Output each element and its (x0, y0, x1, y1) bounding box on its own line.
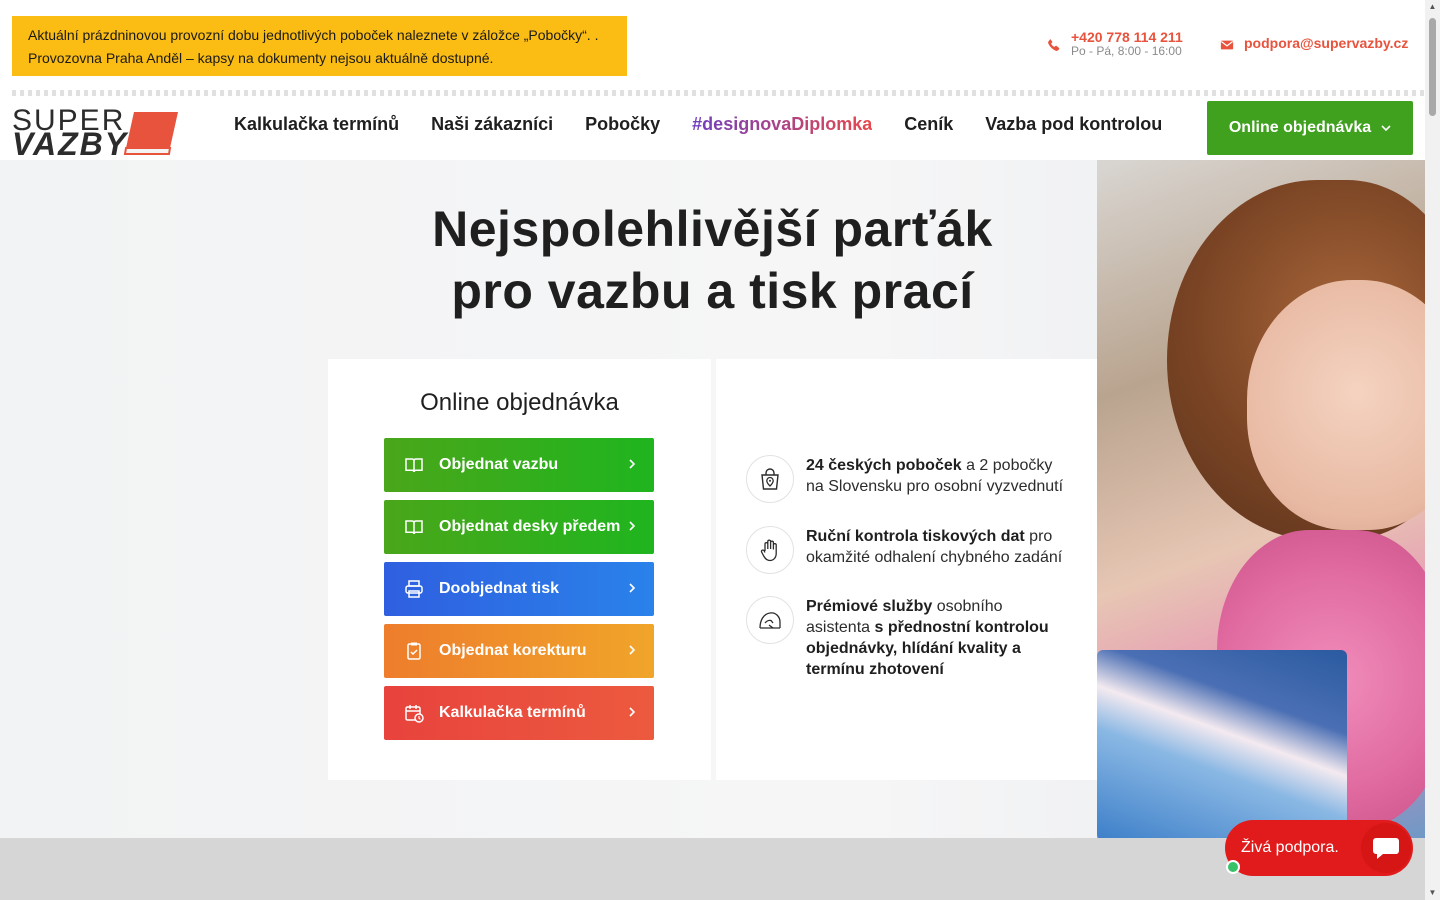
main-menu: Kalkulačka termínů Naši zákazníci Pobočk… (234, 114, 1162, 135)
photo-books (1097, 650, 1347, 838)
logo[interactable]: SUPER VAZBY (12, 102, 180, 162)
notice-line-1: Aktuální prázdninovou provozní dobu jedn… (28, 27, 599, 43)
feature-premium-bold: Prémiové služby (806, 598, 933, 615)
nav-item-vazba-pod-kontrolou[interactable]: Vazba pod kontrolou (985, 114, 1162, 135)
phone-number[interactable]: +420 778 114 211 (1071, 30, 1183, 44)
chevron-right-icon (629, 521, 636, 531)
chevron-right-icon (629, 459, 636, 469)
order-print-button[interactable]: Doobjednat tisk (384, 562, 654, 616)
main-navbar: SUPER VAZBY Kalkulačka termínů Naši záka… (0, 96, 1425, 162)
envelope-icon (1220, 40, 1234, 50)
chevron-right-icon (629, 707, 636, 717)
email-address[interactable]: podpora@supervazby.cz (1244, 36, 1408, 52)
order-binding-label: Objednat vazbu (439, 456, 559, 473)
feature-premium-text: Prémiové služby osobního asistenta s pře… (806, 596, 1066, 680)
order-covers-button[interactable]: Objednat desky předem (384, 500, 654, 554)
nav-item-designova-diplomka[interactable]: #designovaDiplomka (692, 114, 872, 135)
assistant-icon (746, 596, 794, 644)
hand-icon (746, 526, 794, 574)
feature-branches-bold: 24 českých poboček (806, 457, 962, 474)
live-chat-label: Živá podpora. (1241, 839, 1339, 856)
online-status-dot (1226, 860, 1240, 874)
email-contact[interactable]: podpora@supervazby.cz (1220, 36, 1408, 52)
hero-title-line-1: Nejspolehlivější parťák (432, 201, 993, 257)
deadline-calculator-button[interactable]: Kalkulačka termínů (384, 686, 654, 740)
online-order-label: Online objednávka (1228, 119, 1372, 136)
phone-icon (1048, 39, 1060, 51)
scrollbar-thumb[interactable] (1429, 18, 1436, 116)
order-proofreading-label: Objednat korekturu (439, 642, 587, 659)
hero-section: Nejspolehlivější parťák pro vazbu a tisk… (0, 160, 1425, 838)
bag-location-icon (746, 455, 794, 503)
nav-item-cenik[interactable]: Ceník (904, 114, 953, 135)
order-binding-button[interactable]: Objednat vazbu (384, 438, 654, 492)
order-proofreading-button[interactable]: Objednat korekturu (384, 624, 654, 678)
hero-title-line-2: pro vazbu a tisk prací (451, 263, 974, 319)
top-bar: Aktuální prázdninovou provozní dobu jedn… (0, 0, 1425, 96)
chevron-right-icon (629, 645, 636, 655)
book-logo-icon (123, 112, 178, 155)
calendar-clock-icon (404, 703, 424, 723)
order-print-label: Doobjednat tisk (439, 580, 560, 597)
order-covers-label: Objednat desky předem (439, 518, 621, 535)
book-open-icon (404, 455, 424, 475)
live-chat-widget[interactable]: Živá podpora. (1225, 820, 1413, 876)
nav-item-zakaznici[interactable]: Naši zákazníci (431, 114, 553, 135)
hero-title: Nejspolehlivější parťák pro vazbu a tisk… (0, 198, 1425, 322)
online-order-card: Online objednávka Objednat vazbu Objedna… (328, 359, 711, 780)
notice-banner: Aktuální prázdninovou provozní dobu jedn… (12, 16, 627, 76)
scroll-down-arrow-icon[interactable]: ▼ (1428, 888, 1437, 897)
notice-line-2: Provozovna Praha Anděl – kapsy na dokume… (28, 50, 494, 66)
next-section-band (0, 838, 1425, 900)
feature-manual-check-bold: Ruční kontrola tiskových dat (806, 528, 1025, 545)
clipboard-check-icon (404, 641, 424, 661)
printer-icon (404, 579, 424, 599)
online-order-heading: Online objednávka (420, 389, 619, 416)
online-order-dropdown-button[interactable]: Online objednávka (1207, 101, 1413, 155)
feature-manual-check: Ruční kontrola tiskových dat pro okamžit… (746, 526, 1066, 574)
feature-premium: Prémiové služby osobního asistenta s pře… (746, 596, 1066, 680)
phone-contact[interactable]: +420 778 114 211 Po - Pá, 8:00 - 16:00 (1047, 30, 1183, 58)
chevron-down-icon (1381, 125, 1391, 132)
nav-item-kalkulacka[interactable]: Kalkulačka termínů (234, 114, 399, 135)
chevron-right-icon (629, 583, 636, 593)
feature-branches-text: 24 českých poboček a 2 pobočky na Sloven… (806, 455, 1066, 503)
nav-item-pobocky[interactable]: Pobočky (585, 114, 660, 135)
deadline-calculator-label: Kalkulačka termínů (439, 704, 586, 721)
logo-text-vazby: VAZBY (12, 126, 129, 162)
feature-manual-check-text: Ruční kontrola tiskových dat pro okamžit… (806, 526, 1066, 574)
chat-bubble-icon[interactable] (1361, 823, 1411, 873)
office-hours: Po - Pá, 8:00 - 16:00 (1071, 44, 1182, 58)
benefits-card: 24 českých poboček a 2 pobočky na Sloven… (716, 359, 1097, 780)
page-scrollbar[interactable]: ▲ ▼ (1425, 0, 1440, 900)
feature-branches: 24 českých poboček a 2 pobočky na Sloven… (746, 455, 1066, 503)
book-open-icon (404, 517, 424, 537)
scroll-up-arrow-icon[interactable]: ▲ (1428, 2, 1437, 11)
